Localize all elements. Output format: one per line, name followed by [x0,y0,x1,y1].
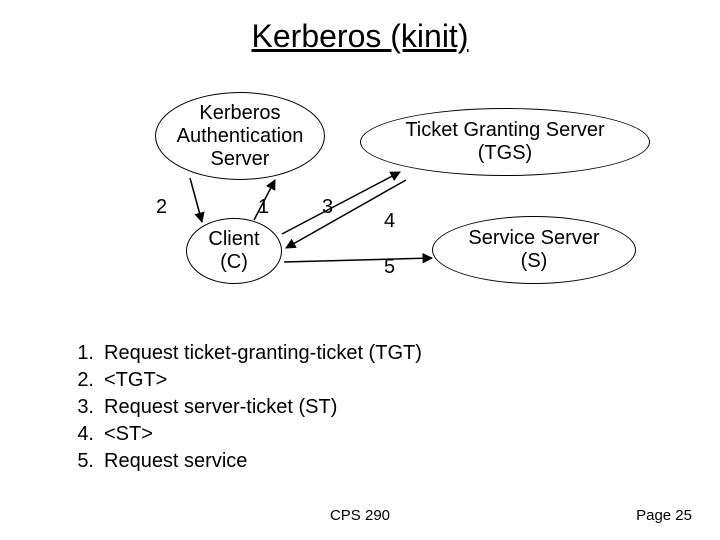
step-text: <TGT> [104,367,167,394]
step-number: 3. [60,394,104,421]
step-number: 1. [60,340,104,367]
step-number: 4. [60,421,104,448]
list-item: 1. Request ticket-granting-ticket (TGT) [60,340,422,367]
step-text: Request ticket-granting-ticket (TGT) [104,340,422,367]
step-text: <ST> [104,421,153,448]
list-item: 2. <TGT> [60,367,422,394]
edge-label-3: 3 [322,196,333,219]
node-client: Client(C) [186,218,282,284]
node-ticket-granting-server: Ticket Granting Server(TGS) [360,108,650,176]
steps-list: 1. Request ticket-granting-ticket (TGT) … [60,340,422,475]
step-text: Request service [104,448,247,475]
node-service-server: Service Server(S) [432,216,636,284]
list-item: 5. Request service [60,448,422,475]
edge-label-2: 2 [156,196,167,219]
edge-label-4: 4 [384,210,395,233]
step-number: 2. [60,367,104,394]
footer-course: CPS 290 [0,507,720,524]
list-item: 4. <ST> [60,421,422,448]
step-text: Request server-ticket (ST) [104,394,337,421]
edge-label-1: 1 [258,196,269,219]
page-title: Kerberos (kinit) [0,18,720,55]
node-kerberos-authentication-server: KerberosAuthenticationServer [155,92,325,180]
step-number: 5. [60,448,104,475]
list-item: 3. Request server-ticket (ST) [60,394,422,421]
edge-label-5: 5 [384,256,395,279]
footer-page: Page 25 [636,507,692,524]
